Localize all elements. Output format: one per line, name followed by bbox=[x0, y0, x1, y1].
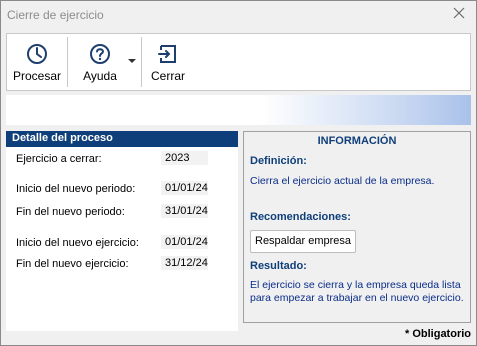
field-value-text: 01/01/24 bbox=[165, 236, 208, 248]
window-title: Cierre de ejercicio bbox=[7, 8, 104, 22]
field-value[interactable]: 01/01/24 bbox=[161, 235, 208, 249]
required-note: * Obligatorio bbox=[405, 328, 471, 340]
ayuda-label: Ayuda bbox=[83, 69, 117, 83]
respaldar-empresa-button[interactable]: Respaldar empresa bbox=[250, 230, 356, 253]
resultado-heading: Resultado: bbox=[250, 260, 307, 272]
recomendaciones-heading: Recomendaciones: bbox=[250, 211, 351, 223]
field-ejercicio-cerrar: Ejercicio a cerrar: 2023 bbox=[6, 151, 238, 167]
field-label: Fin del nuevo ejercicio: bbox=[16, 258, 129, 270]
field-label: Fin del nuevo periodo: bbox=[16, 206, 125, 218]
procesar-button[interactable]: Procesar bbox=[9, 34, 65, 90]
field-value[interactable]: 2023 bbox=[161, 151, 208, 165]
field-label: Inicio del nuevo ejercicio: bbox=[16, 237, 139, 249]
info-panel: INFORMACIÓN Definición: Cierra el ejerci… bbox=[243, 131, 471, 323]
detail-header: Detalle del proceso bbox=[6, 131, 238, 147]
field-value-text: 31/01/24 bbox=[165, 205, 208, 217]
field-value[interactable]: 31/12/24 bbox=[161, 256, 208, 270]
field-value-text: 31/12/24 bbox=[165, 257, 208, 269]
field-value[interactable]: 31/01/24 bbox=[161, 204, 208, 218]
field-value[interactable]: 01/01/24 bbox=[161, 181, 208, 195]
cerrar-button[interactable]: Cerrar bbox=[145, 34, 191, 90]
field-label: Ejercicio a cerrar: bbox=[16, 153, 102, 165]
resultado-text: El ejercicio se cierra y la empresa qued… bbox=[250, 279, 464, 304]
field-label: Inicio del nuevo periodo: bbox=[16, 183, 136, 195]
title-bar: Cierre de ejercicio bbox=[1, 1, 476, 29]
field-fin-ejercicio: Fin del nuevo ejercicio: 31/12/24 bbox=[6, 256, 238, 272]
exit-icon bbox=[157, 43, 179, 65]
procesar-label: Procesar bbox=[12, 69, 62, 83]
detail-header-label: Detalle del proceso bbox=[12, 132, 113, 144]
field-inicio-ejercicio: Inicio del nuevo ejercicio: 01/01/24 bbox=[6, 235, 238, 251]
detail-panel: Detalle del proceso Ejercicio a cerrar: … bbox=[6, 131, 238, 331]
banner-bar bbox=[6, 95, 471, 125]
field-value-text: 01/01/24 bbox=[165, 182, 208, 194]
toolbar: Procesar Ayuda Cerrar bbox=[6, 33, 471, 91]
ayuda-button[interactable]: Ayuda bbox=[73, 34, 127, 90]
definicion-text: Cierra el ejercicio actual de la empresa… bbox=[250, 175, 435, 187]
clock-icon bbox=[26, 43, 48, 65]
close-icon[interactable] bbox=[451, 5, 467, 21]
field-fin-periodo: Fin del nuevo periodo: 31/01/24 bbox=[6, 204, 238, 220]
field-inicio-periodo: Inicio del nuevo periodo: 01/01/24 bbox=[6, 181, 238, 197]
field-value-text: 2023 bbox=[165, 152, 190, 164]
info-title: INFORMACIÓN bbox=[317, 135, 397, 147]
toolbar-separator bbox=[67, 37, 68, 87]
caret-down-icon[interactable] bbox=[128, 59, 136, 63]
help-circle-icon bbox=[89, 43, 111, 65]
definicion-heading: Definición: bbox=[250, 155, 307, 167]
cerrar-label: Cerrar bbox=[150, 69, 185, 83]
dialog-window: Cierre de ejercicio Procesar Ayuda Cerra… bbox=[0, 0, 477, 346]
toolbar-separator bbox=[141, 37, 142, 87]
